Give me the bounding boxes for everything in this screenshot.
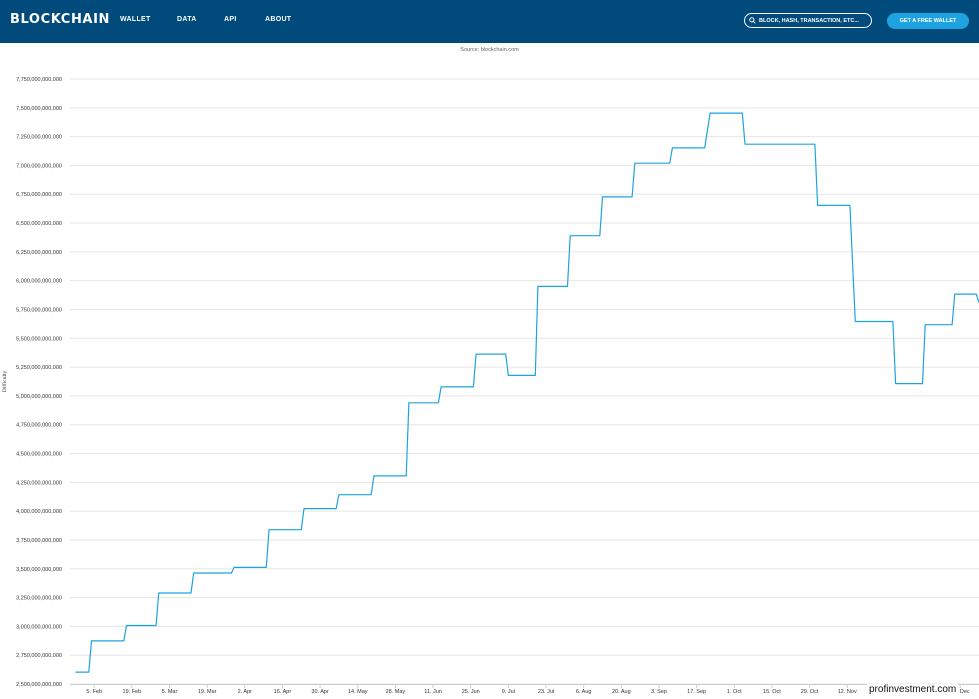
search-input[interactable]: BLOCK, HASH, TRANSACTION, ETC... [744,13,872,28]
y-tick-label: 4,250,000,000,000 [16,480,62,486]
search-placeholder: BLOCK, HASH, TRANSACTION, ETC... [759,17,859,24]
x-tick-label: 1. Oct [727,689,742,695]
x-tick-label: 5. Mar [162,689,178,695]
y-tick-label: 4,000,000,000,000 [16,509,62,515]
y-tick-label: 7,000,000,000,000 [16,163,62,169]
x-tick-label: 5. Feb [86,689,102,695]
y-tick-label: 5,000,000,000,000 [16,394,62,400]
x-tick-label: 2. Apr [238,689,253,695]
watermark-text: profinvestment.com [867,684,959,695]
x-tick-label: 29. Oct [801,689,819,695]
y-tick-label: 2,500,000,000,000 [16,682,62,688]
series-line-0 [75,112,979,673]
top-navigation-bar: BLOCKCHAIN WALLET DATA API ABOUT BLOCK, … [0,0,979,43]
y-tick-label: 6,500,000,000,000 [16,221,62,227]
y-tick-label: 6,250,000,000,000 [16,250,62,256]
x-tick-label: 19. Mar [198,689,217,695]
y-tick-label: 2,750,000,000,000 [16,653,62,659]
x-tick-label: 17. Sep [687,689,706,695]
x-tick-label: 14. May [348,689,368,695]
x-tick-label: 6. Aug [576,689,592,695]
x-tick-label: 16. Apr [274,689,292,695]
y-tick-label: 3,250,000,000,000 [16,596,62,602]
x-tick-label: 23. Jul [538,689,554,695]
y-tick-label: 4,750,000,000,000 [16,423,62,429]
x-tick-label: 28. May [386,689,406,695]
y-tick-label: 5,250,000,000,000 [16,365,62,371]
y-tick-label: 3,750,000,000,000 [16,538,62,544]
nav-data[interactable]: DATA [177,16,197,23]
y-tick-label: 3,000,000,000,000 [16,624,62,630]
x-tick-label: 19. Feb [123,689,142,695]
x-tick-label: 3. Sep [651,689,667,695]
y-tick-label: 7,250,000,000,000 [16,135,62,141]
get-free-wallet-button[interactable]: GET A FREE WALLET [887,13,969,29]
x-tick-label: 15. Oct [763,689,781,695]
brand-logo[interactable]: BLOCKCHAIN [10,12,110,27]
x-tick-label: 12. Nov [838,689,857,695]
y-tick-label: 5,750,000,000,000 [16,307,62,313]
y-tick-label: 5,500,000,000,000 [16,336,62,342]
y-tick-label: 4,500,000,000,000 [16,452,62,458]
difficulty-chart: 2,500,000,000,000 2,750,000,000,000 3,000,… [1,77,979,695]
y-tick-label: 6,750,000,000,000 [16,192,62,198]
y-tick-label: 7,750,000,000,000 [16,77,62,83]
nav-api[interactable]: API [224,16,237,23]
nav-wallet[interactable]: WALLET [120,16,151,23]
y-tick-label: 7,500,000,000,000 [16,106,62,112]
x-tick-label: 25. Jun [462,689,480,695]
y-axis-title: Difficulty [1,370,8,392]
y-tick-label: 3,500,000,000,000 [16,567,62,573]
x-tick-label: 30. Apr [311,689,329,695]
x-tick-label: 9. Jul [502,689,515,695]
x-tick-label: 11. Jun [424,689,442,695]
y-tick-label: 6,000,000,000,000 [16,279,62,285]
search-icon [749,17,756,24]
chart-source-label: Source: blockchain.com [460,47,519,53]
nav-about[interactable]: ABOUT [265,16,291,23]
x-tick-label: 20. Aug [612,689,631,695]
